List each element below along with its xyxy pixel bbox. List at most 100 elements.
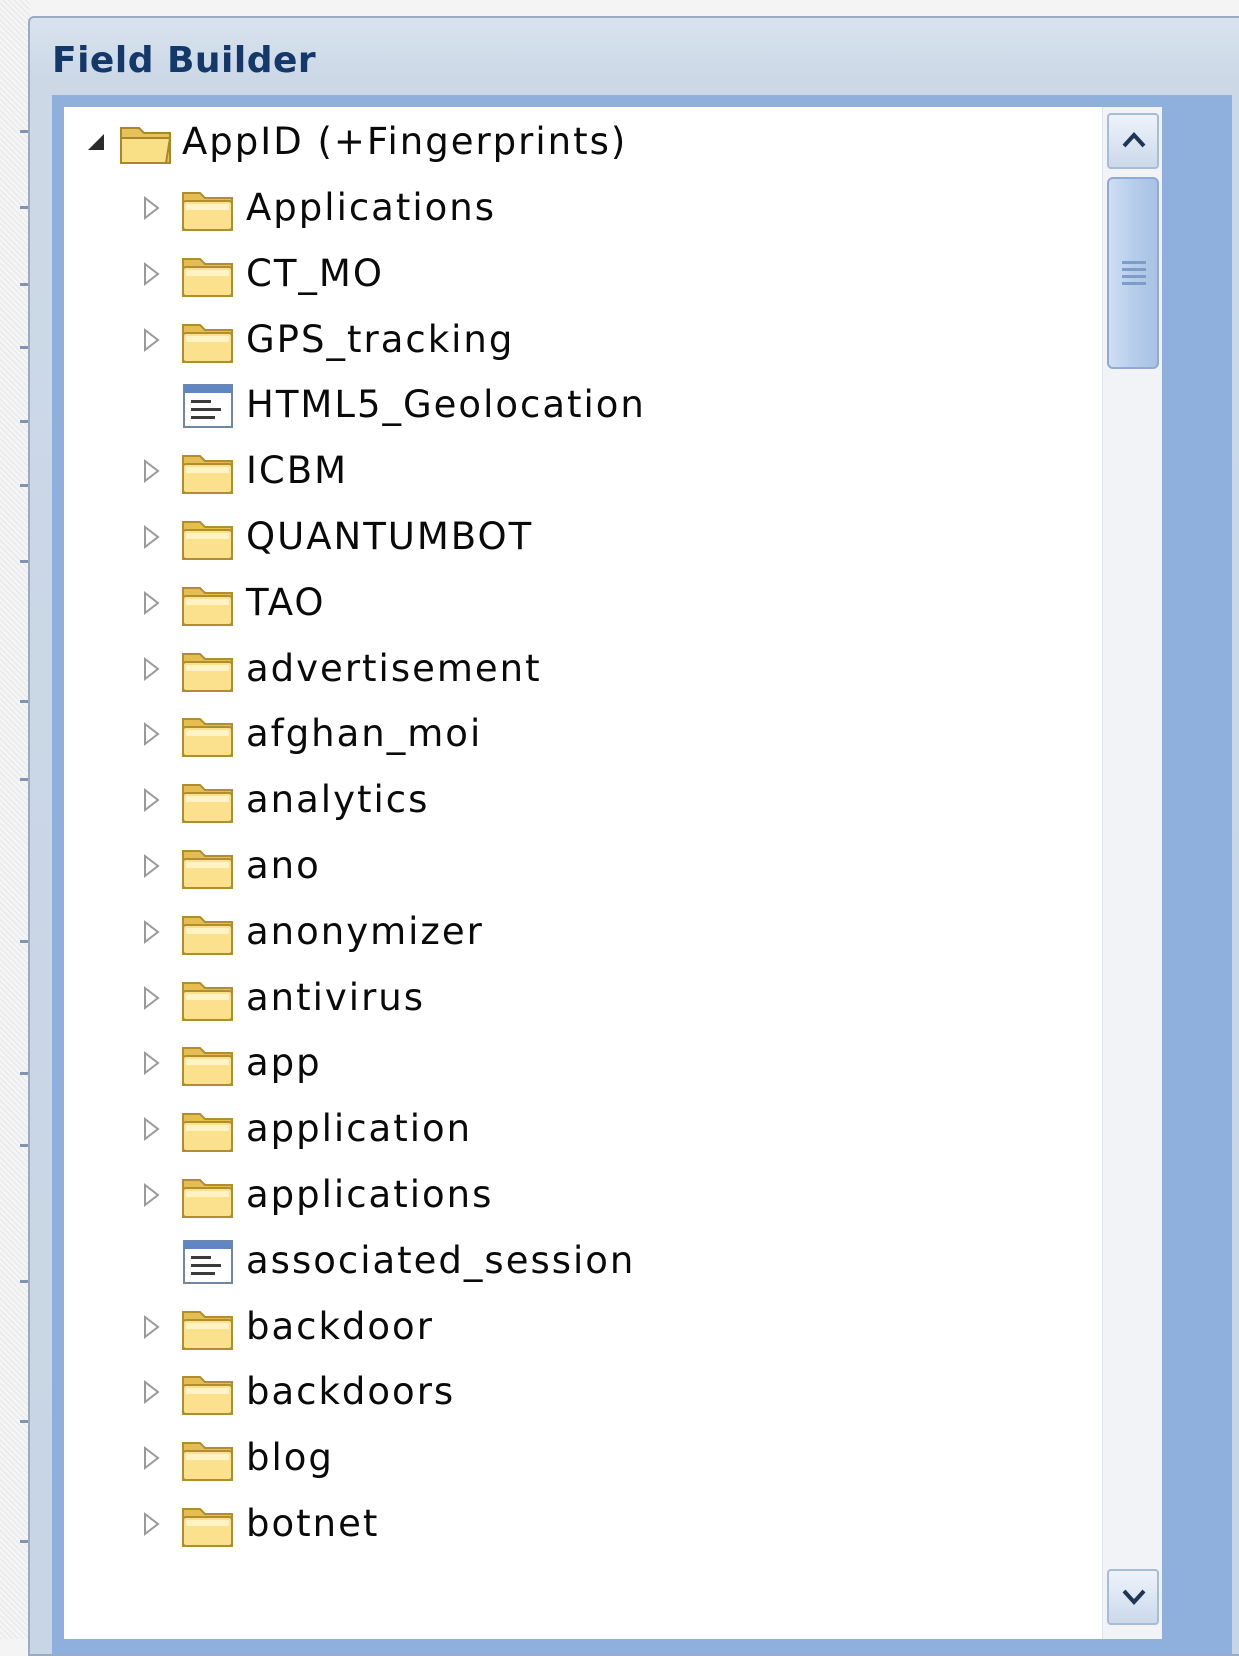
field-icon bbox=[180, 381, 236, 429]
tree-item-row[interactable]: applications bbox=[64, 1165, 1094, 1225]
tree-item-row[interactable]: associated_session bbox=[64, 1231, 1094, 1291]
grip-lines-icon bbox=[1122, 261, 1146, 289]
tree-item-label: CT_MO bbox=[246, 251, 384, 295]
folder-icon bbox=[180, 974, 236, 1022]
folder-icon bbox=[180, 447, 236, 495]
divider-tick bbox=[20, 1420, 28, 1423]
folder-icon bbox=[180, 710, 236, 758]
folder-icon bbox=[180, 1500, 236, 1548]
divider-tick bbox=[20, 283, 28, 286]
tree-item-row[interactable]: advertisement bbox=[64, 639, 1094, 699]
tree-item-row[interactable]: TAO bbox=[64, 573, 1094, 633]
tree-item-row[interactable]: afghan_moi bbox=[64, 704, 1094, 764]
folder-icon bbox=[180, 250, 236, 298]
folder-open-icon bbox=[118, 118, 174, 166]
divider-tick bbox=[20, 420, 28, 423]
expand-triangle-icon[interactable] bbox=[140, 523, 162, 551]
folder-icon bbox=[180, 1105, 236, 1153]
tree-item-row[interactable]: ICBM bbox=[64, 441, 1094, 501]
tree-item-label: HTML5_Geolocation bbox=[246, 383, 646, 427]
expand-triangle-icon[interactable] bbox=[140, 720, 162, 748]
tree-root-label: AppID (+Fingerprints) bbox=[182, 120, 628, 163]
tree-item-label: analytics bbox=[246, 778, 430, 822]
divider-tick bbox=[20, 1540, 28, 1543]
divider-tick bbox=[20, 346, 28, 349]
tree-item-label: application bbox=[246, 1107, 473, 1151]
expand-triangle-icon[interactable] bbox=[140, 1313, 162, 1341]
folder-icon bbox=[180, 316, 236, 364]
expand-triangle-icon[interactable] bbox=[140, 326, 162, 354]
divider-tick bbox=[20, 940, 28, 943]
tree-item-label: ano bbox=[246, 844, 321, 887]
divider-tick bbox=[20, 1144, 28, 1147]
field-icon bbox=[180, 1237, 236, 1285]
tree-item-row[interactable]: app bbox=[64, 1033, 1094, 1093]
tree-item-label: app bbox=[246, 1041, 322, 1085]
divider-tick bbox=[20, 130, 28, 133]
tree-item-label: advertisement bbox=[246, 646, 542, 690]
expand-triangle-icon[interactable] bbox=[140, 1378, 162, 1406]
tree-item-label: TAO bbox=[246, 580, 326, 624]
divider-tick bbox=[20, 560, 28, 563]
tree-item-row[interactable]: ano bbox=[64, 836, 1094, 896]
tree-item-row[interactable]: HTML5_Geolocation bbox=[64, 375, 1094, 435]
expand-triangle-icon[interactable] bbox=[140, 260, 162, 288]
folder-icon bbox=[180, 513, 236, 561]
tree-item-row[interactable]: antivirus bbox=[64, 968, 1094, 1028]
expand-triangle-icon[interactable] bbox=[140, 786, 162, 814]
vertical-scrollbar[interactable] bbox=[1102, 107, 1162, 1639]
expand-triangle-icon[interactable] bbox=[140, 852, 162, 880]
expand-triangle-icon[interactable] bbox=[140, 1049, 162, 1077]
tree-item-label: anonymizer bbox=[246, 909, 484, 953]
folder-icon bbox=[180, 1368, 236, 1416]
tree-item-row[interactable]: GPS_tracking bbox=[64, 310, 1094, 370]
tree-item-label: antivirus bbox=[246, 975, 426, 1019]
scroll-down-button[interactable] bbox=[1107, 1569, 1159, 1625]
scroll-up-button[interactable] bbox=[1107, 113, 1159, 169]
divider-tick bbox=[20, 1072, 28, 1075]
tree-item-label: associated_session bbox=[246, 1238, 636, 1282]
expand-triangle-icon[interactable] bbox=[140, 1510, 162, 1538]
expand-triangle-icon[interactable] bbox=[140, 655, 162, 683]
expand-triangle-icon[interactable] bbox=[140, 1444, 162, 1472]
expand-triangle-icon[interactable] bbox=[140, 194, 162, 222]
folder-icon bbox=[180, 184, 236, 232]
tree-item-row[interactable]: anonymizer bbox=[64, 902, 1094, 962]
chevron-up-icon bbox=[1122, 132, 1146, 148]
panel-title: Field Builder bbox=[52, 40, 317, 81]
tree-item-label: afghan_moi bbox=[246, 712, 483, 756]
expand-triangle-icon[interactable] bbox=[140, 1115, 162, 1143]
divider-tick bbox=[20, 206, 28, 209]
expand-triangle-icon[interactable] bbox=[140, 457, 162, 485]
divider-tick bbox=[20, 484, 28, 487]
tree-item-row[interactable]: analytics bbox=[64, 770, 1094, 830]
divider-tick bbox=[20, 778, 28, 781]
folder-icon bbox=[180, 1171, 236, 1219]
expand-triangle-icon[interactable] bbox=[140, 1181, 162, 1209]
tree-item-row[interactable]: Applications bbox=[64, 178, 1094, 238]
tree-item-label: Applications bbox=[246, 186, 497, 229]
background-strip bbox=[0, 0, 30, 1639]
tree-item-label: ICBM bbox=[246, 449, 349, 493]
tree-item-row[interactable]: CT_MO bbox=[64, 244, 1094, 304]
expand-triangle-icon[interactable] bbox=[140, 589, 162, 617]
folder-icon bbox=[180, 776, 236, 824]
folder-icon bbox=[180, 1039, 236, 1087]
scroll-thumb[interactable] bbox=[1107, 177, 1159, 369]
tree-item-label: GPS_tracking bbox=[246, 317, 515, 361]
tree-item-row[interactable]: botnet bbox=[64, 1494, 1094, 1554]
tree-item-row[interactable]: backdoors bbox=[64, 1362, 1094, 1422]
tree-item-row[interactable]: application bbox=[64, 1099, 1094, 1159]
tree-item-row[interactable]: blog bbox=[64, 1428, 1094, 1488]
tree-item-row[interactable]: backdoor bbox=[64, 1297, 1094, 1357]
expand-triangle-icon[interactable] bbox=[140, 918, 162, 946]
folder-icon bbox=[180, 842, 236, 890]
folder-icon bbox=[180, 1434, 236, 1482]
tree-root-row[interactable]: AppID (+Fingerprints) bbox=[64, 112, 1094, 172]
collapse-triangle-icon[interactable] bbox=[84, 130, 106, 158]
tree-item-label: botnet bbox=[246, 1502, 380, 1545]
folder-icon bbox=[180, 579, 236, 627]
tree-item-row[interactable]: QUANTUMBOT bbox=[64, 507, 1094, 567]
expand-triangle-icon[interactable] bbox=[140, 984, 162, 1012]
chevron-down-icon bbox=[1122, 1589, 1146, 1605]
